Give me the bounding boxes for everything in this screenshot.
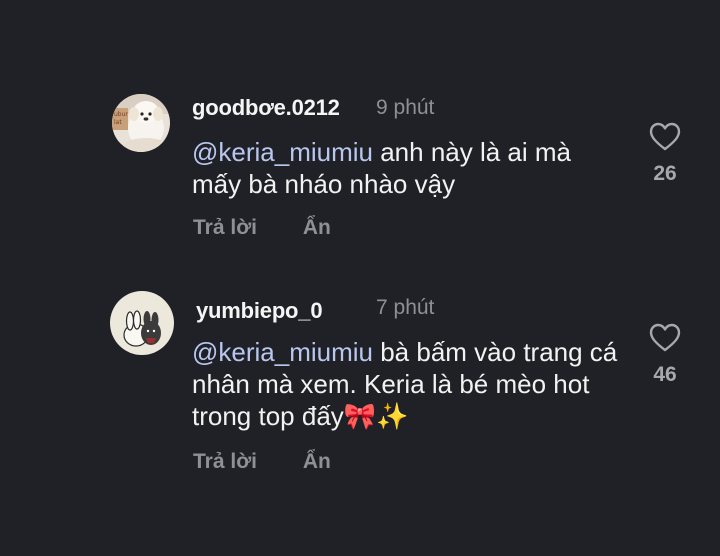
like-control: 46 bbox=[642, 323, 688, 387]
reply-button[interactable]: Trả lời bbox=[193, 450, 257, 473]
comment-text: @keria_miumiu bà bấm vào trang cá nhân m… bbox=[192, 336, 622, 432]
comment-actions: Trả lời Ẩn bbox=[193, 216, 371, 240]
hide-button[interactable]: Ẩn bbox=[303, 216, 331, 239]
bunny-avatar-image bbox=[110, 291, 174, 355]
hide-button[interactable]: Ẩn bbox=[303, 450, 331, 473]
svg-text:lat: lat bbox=[114, 119, 122, 126]
heart-outline-icon[interactable] bbox=[649, 323, 681, 353]
avatar[interactable] bbox=[110, 291, 174, 355]
reply-button[interactable]: Trả lời bbox=[193, 216, 257, 239]
like-count: 26 bbox=[653, 162, 677, 185]
comment-timestamp: 7 phút bbox=[376, 296, 435, 319]
avatar[interactable]: ubur lat bbox=[112, 94, 170, 152]
svg-text:ubur: ubur bbox=[114, 111, 128, 118]
heart-outline-icon[interactable] bbox=[649, 122, 681, 152]
comment-text: @keria_miumiu anh này là ai mà mấy bà nh… bbox=[192, 136, 622, 200]
comment-actions: Trả lời Ẩn bbox=[193, 450, 371, 474]
comment-timestamp: 9 phút bbox=[376, 96, 435, 119]
like-count: 46 bbox=[653, 363, 677, 386]
mention-link[interactable]: @keria_miumiu bbox=[192, 337, 373, 367]
comment-username[interactable]: goodbơe.0212 bbox=[192, 95, 340, 121]
like-control: 26 bbox=[642, 122, 688, 186]
mention-link[interactable]: @keria_miumiu bbox=[192, 137, 373, 167]
dog-avatar-image: ubur lat bbox=[112, 94, 170, 152]
comment-username[interactable]: yumbiepo_0 bbox=[196, 298, 323, 324]
